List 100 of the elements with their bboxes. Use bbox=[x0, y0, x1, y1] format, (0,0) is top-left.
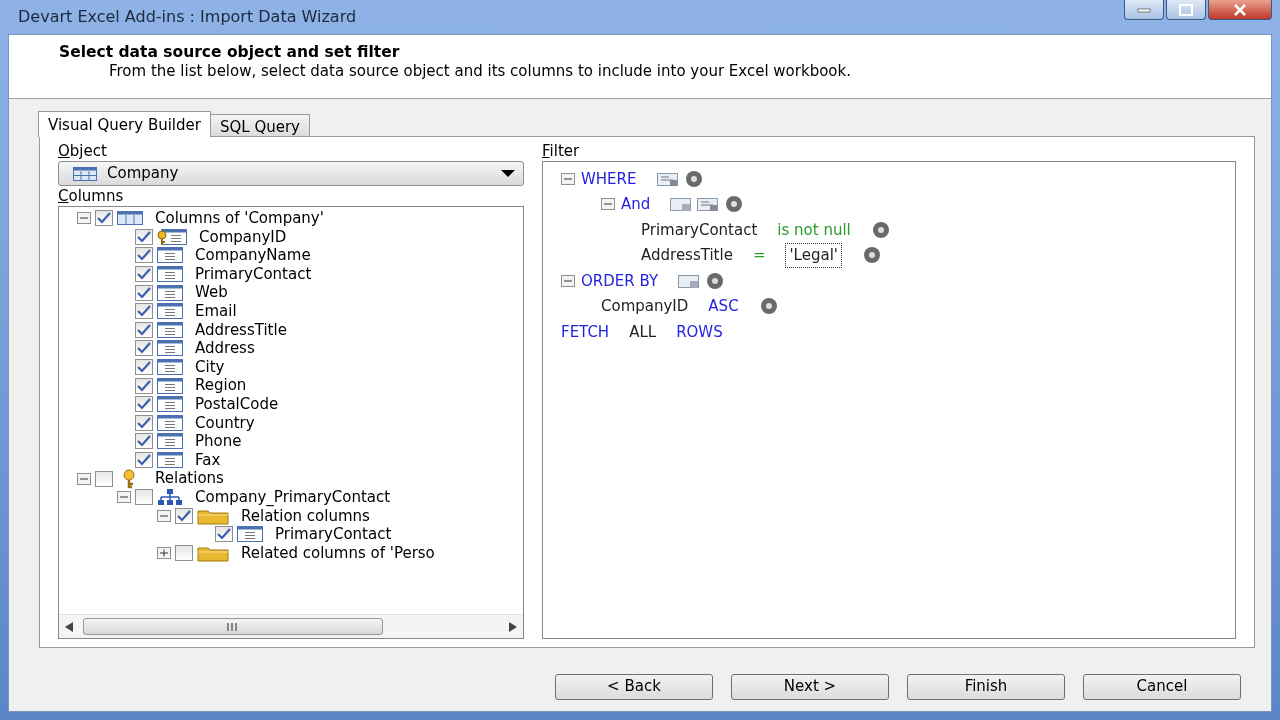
delete-icon[interactable] bbox=[861, 247, 882, 264]
checkmark-icon bbox=[137, 454, 151, 466]
wizard-button[interactable]: < Back bbox=[555, 673, 713, 700]
tab[interactable]: Visual Query Builder bbox=[38, 111, 211, 137]
columns-label: Columns bbox=[58, 186, 125, 206]
page-description: From the list below, select data source object and its columns to include into your Excel workbook. bbox=[108, 64, 852, 80]
checkbox[interactable] bbox=[135, 340, 153, 357]
operator[interactable]: is not null bbox=[777, 218, 851, 241]
column-icon bbox=[157, 451, 183, 469]
field-name[interactable]: AddressTitle bbox=[641, 244, 733, 267]
checkbox[interactable] bbox=[175, 545, 193, 561]
maximize-button[interactable] bbox=[1166, 0, 1206, 20]
checkbox[interactable] bbox=[135, 359, 153, 376]
value-field[interactable]: 'Legal' bbox=[785, 243, 842, 268]
tab[interactable]: SQL Query bbox=[209, 114, 310, 136]
column-icon bbox=[157, 339, 183, 358]
close-button[interactable] bbox=[1208, 0, 1272, 20]
column-icon bbox=[157, 246, 183, 265]
keyword[interactable]: And bbox=[621, 193, 651, 216]
caret-icon bbox=[501, 169, 515, 178]
minimize-icon bbox=[1137, 6, 1151, 13]
checkbox[interactable] bbox=[135, 452, 153, 468]
object-label: Object bbox=[58, 141, 108, 161]
collapse-icon[interactable] bbox=[77, 212, 91, 225]
scroll-right-icon[interactable] bbox=[509, 621, 517, 632]
keyword[interactable]: WHERE bbox=[581, 167, 637, 190]
add-condition-icon[interactable] bbox=[697, 196, 719, 213]
key-column-icon bbox=[157, 227, 187, 246]
checkmark-icon bbox=[137, 361, 151, 374]
checkbox[interactable] bbox=[135, 266, 153, 283]
collapse-icon[interactable] bbox=[561, 274, 575, 287]
delete-icon[interactable] bbox=[724, 196, 745, 213]
page-title: Select data source object and set filter bbox=[59, 42, 401, 63]
checkmark-icon bbox=[137, 379, 151, 392]
checkbox[interactable] bbox=[135, 321, 153, 338]
delete-icon[interactable] bbox=[705, 272, 726, 289]
hierarchy-icon bbox=[157, 488, 183, 507]
checkbox[interactable] bbox=[95, 470, 113, 487]
column-icon bbox=[157, 376, 183, 395]
wizard-button[interactable]: Finish bbox=[907, 673, 1065, 700]
checkbox[interactable] bbox=[135, 377, 153, 394]
wizard-button[interactable]: Next > bbox=[731, 673, 889, 700]
keyword[interactable]: FETCH bbox=[561, 320, 610, 343]
checkmark-icon bbox=[137, 286, 151, 299]
minimize-button[interactable] bbox=[1124, 0, 1164, 20]
checkmark-icon bbox=[137, 268, 151, 281]
filter-label: Filter bbox=[542, 141, 581, 161]
expand-icon[interactable] bbox=[157, 547, 171, 559]
delete-icon[interactable] bbox=[758, 298, 779, 315]
table-icon bbox=[73, 166, 97, 181]
checkbox[interactable] bbox=[95, 210, 113, 227]
delete-icon[interactable] bbox=[870, 221, 891, 238]
column-icon bbox=[157, 358, 183, 377]
scroll-left-icon[interactable] bbox=[65, 621, 73, 632]
close-icon bbox=[1233, 3, 1247, 16]
column-icon bbox=[157, 283, 183, 302]
field-name[interactable]: PrimaryContact bbox=[641, 218, 758, 241]
collapse-icon[interactable] bbox=[117, 491, 131, 504]
checkbox[interactable] bbox=[135, 489, 153, 506]
checkbox[interactable] bbox=[175, 507, 193, 524]
delete-icon[interactable] bbox=[683, 170, 704, 187]
collapse-icon[interactable] bbox=[601, 198, 615, 211]
collapse-icon[interactable] bbox=[561, 172, 575, 185]
checkbox[interactable] bbox=[135, 284, 153, 301]
column-icon bbox=[157, 265, 183, 284]
checkmark-icon bbox=[137, 435, 151, 448]
checkbox[interactable] bbox=[135, 228, 153, 245]
checkmark-icon bbox=[137, 305, 151, 318]
object-dropdown[interactable]: Company bbox=[58, 161, 524, 186]
add-field-icon[interactable] bbox=[678, 272, 700, 289]
keyword[interactable]: ROWS bbox=[676, 320, 723, 343]
grip-icon bbox=[226, 622, 240, 631]
add-condition-icon[interactable] bbox=[656, 170, 678, 187]
field-name[interactable]: ALL bbox=[629, 320, 657, 343]
checkbox[interactable] bbox=[135, 396, 153, 413]
checkbox[interactable] bbox=[215, 526, 233, 543]
maximize-icon bbox=[1179, 3, 1193, 16]
checkbox[interactable] bbox=[135, 303, 153, 320]
collapse-icon[interactable] bbox=[157, 509, 171, 522]
checkmark-icon bbox=[137, 398, 151, 411]
horizontal-scrollbar[interactable] bbox=[59, 614, 523, 638]
wizard-button[interactable]: Cancel bbox=[1083, 673, 1241, 700]
keyword[interactable]: ORDER BY bbox=[581, 269, 659, 292]
checkbox[interactable] bbox=[135, 414, 153, 431]
checkmark-icon bbox=[137, 323, 151, 336]
checkbox[interactable] bbox=[135, 247, 153, 264]
column-icon bbox=[157, 302, 183, 321]
field-name[interactable]: CompanyID bbox=[601, 295, 689, 318]
checkmark-icon bbox=[217, 528, 231, 541]
column-icon bbox=[157, 413, 183, 432]
checkmark-icon bbox=[177, 509, 191, 522]
collapse-icon[interactable] bbox=[77, 472, 91, 485]
operator[interactable]: = bbox=[752, 244, 766, 267]
checkbox[interactable] bbox=[135, 433, 153, 450]
keyword[interactable]: ASC bbox=[708, 295, 739, 318]
checkmark-icon bbox=[137, 230, 151, 243]
add-field-icon[interactable] bbox=[670, 196, 692, 213]
table-icon bbox=[117, 210, 143, 227]
window-title: Devart Excel Add-ins : Import Data Wizard bbox=[17, 6, 357, 28]
scroll-thumb[interactable] bbox=[83, 618, 383, 635]
